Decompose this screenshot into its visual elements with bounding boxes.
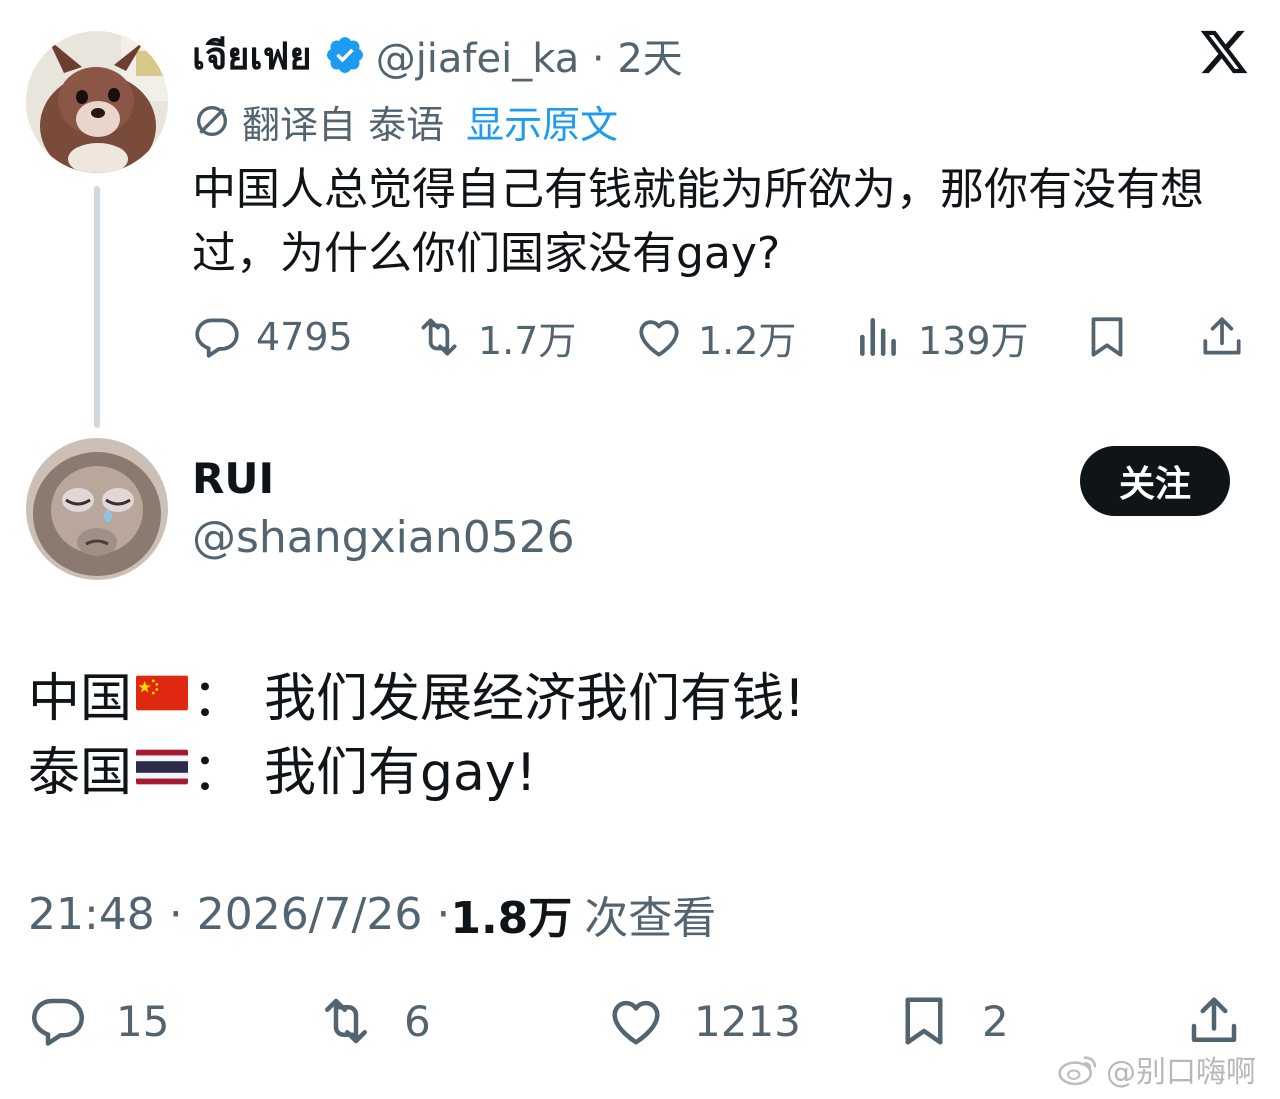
reply-share-button[interactable] [1184, 988, 1244, 1054]
parent-handle-time[interactable]: @jiafei_ka · 2天 [376, 26, 683, 84]
parent-avatar[interactable] [26, 31, 168, 173]
bookmark-icon [1091, 317, 1123, 357]
reply-icon [32, 998, 84, 1046]
parent-tweet-header: เจียเฟย @jiafei_ka · 2天 [192, 26, 683, 84]
thread-connector-line [94, 186, 100, 428]
thailand-flag-icon [136, 748, 189, 786]
parent-tweet-text: 中国人总觉得自己有钱就能为所欲为，那你有没有想过，为什么你们国家没有gay? [192, 164, 1204, 279]
repost-icon [325, 998, 367, 1044]
bookmark-icon [905, 997, 943, 1045]
parent-like-count: 1.2万 [698, 318, 797, 363]
reply-repost-count: 6 [404, 996, 431, 1046]
china-flag-icon [136, 674, 189, 712]
parent-view-count: 139万 [918, 318, 1029, 363]
line1-text: 我们发展经济我们有钱! [264, 668, 805, 729]
reply-avatar[interactable] [26, 438, 168, 580]
reply-bookmark-count: 2 [982, 996, 1009, 1046]
reply-views-label: 次查看 [584, 893, 717, 944]
line1-colon: ： [192, 668, 245, 729]
share-icon [1191, 997, 1237, 1042]
reply-meta-row: 21:48 · 2026/7/26 · 1.8万 次查看 [28, 884, 717, 945]
parent-action-bar: 4795 1.7万 1.2万 139万 [192, 306, 1252, 368]
reply-action-bar: 15 6 1213 2 [28, 988, 1258, 1054]
parent-repost-button[interactable]: 1.7万 [414, 306, 576, 368]
weibo-icon [1058, 1056, 1097, 1086]
reply-reply-button[interactable]: 15 [28, 988, 169, 1054]
reply-repost-button[interactable]: 6 [316, 988, 431, 1054]
parent-repost-count: 1.7万 [478, 318, 577, 363]
watermark-text: @别口嗨啊 [1106, 1055, 1256, 1090]
reply-text-line-1: 中国 ： 我们发展经济我们有钱! [28, 658, 805, 729]
x-logo-icon[interactable] [1196, 26, 1252, 78]
views-icon [860, 318, 896, 356]
reply-bookmark-button[interactable]: 2 [894, 988, 1009, 1054]
parent-display-name[interactable]: เจียเฟย [192, 25, 312, 86]
reply-view-count: 1.8万 [450, 893, 573, 944]
reply-like-button[interactable]: 1213 [606, 988, 801, 1054]
parent-views-button[interactable]: 139万 [854, 306, 1029, 368]
repost-icon [421, 318, 457, 356]
parent-like-button[interactable]: 1.2万 [634, 306, 796, 368]
verified-badge-icon [326, 37, 363, 73]
translate-icon [197, 106, 227, 136]
share-icon [1203, 317, 1241, 355]
parent-share-button[interactable] [1197, 306, 1247, 368]
line2-colon: ： [192, 742, 245, 803]
line2-text: 我们有gay! [264, 742, 537, 803]
reply-reply-count: 15 [116, 996, 170, 1046]
translated-from-label: 翻译自 泰语 [242, 102, 445, 147]
weibo-watermark: @别口嗨啊 [1056, 1048, 1256, 1090]
translation-notice: 翻译自 泰语 显示原文 [192, 94, 618, 149]
parent-reply-button[interactable]: 4795 [192, 306, 353, 368]
parent-reply-count: 4795 [256, 315, 353, 359]
reply-timestamp[interactable]: 21:48 · 2026/7/26 · [28, 889, 450, 940]
parent-bookmark-button[interactable] [1082, 306, 1132, 368]
thailand-label: 泰国 [28, 742, 133, 803]
reply-text-line-2: 泰国 ： 我们有gay! [28, 732, 537, 803]
show-original-link[interactable]: 显示原文 [466, 94, 618, 149]
reply-handle[interactable]: @shangxian0526 [192, 512, 575, 563]
reply-icon [195, 318, 239, 358]
like-icon [612, 1000, 660, 1045]
reply-like-count: 1213 [694, 996, 801, 1046]
follow-button[interactable]: 关注 [1080, 446, 1230, 516]
china-label: 中国 [28, 668, 133, 729]
like-icon [639, 320, 679, 357]
reply-display-name[interactable]: RUI [192, 454, 274, 503]
